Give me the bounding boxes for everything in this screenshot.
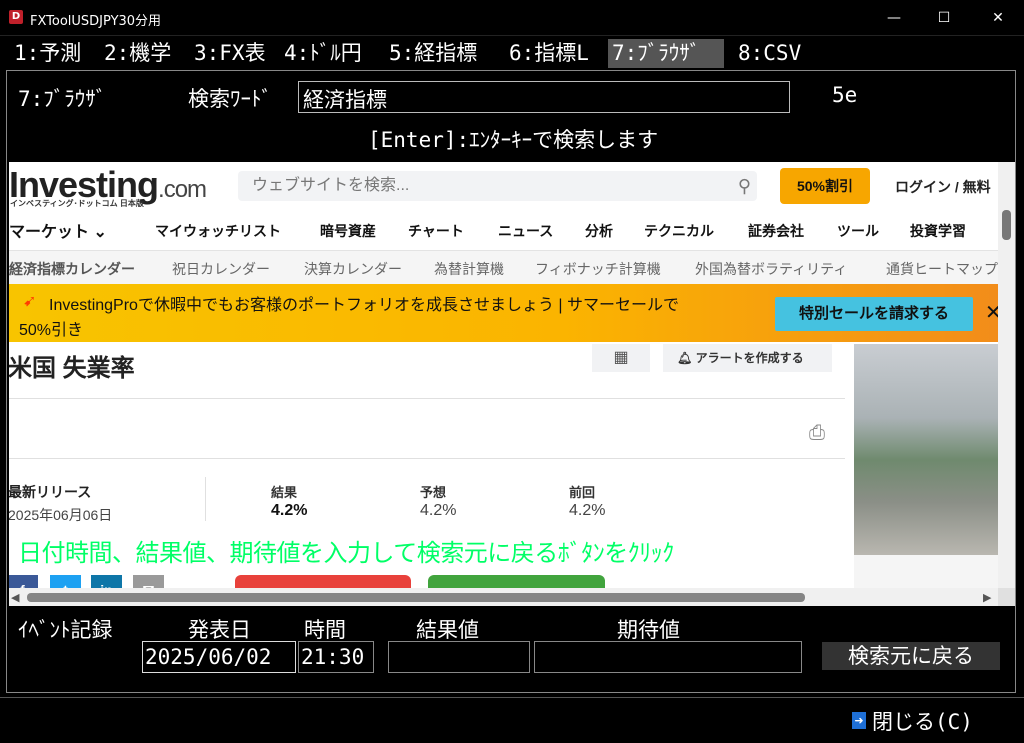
promo-button[interactable]: 50%割引 — [780, 168, 870, 204]
expected-value-label: 期待値 — [617, 618, 680, 642]
tab-bar: 1:予測 2:機学 3:FX表 4:ﾄﾞﾙ円 5:経指標 6:指標L 7:ﾌﾞﾗ… — [0, 37, 1024, 70]
scroll-left-arrow[interactable]: ◀ — [11, 591, 19, 604]
divider — [205, 477, 206, 521]
scroll-right-arrow[interactable]: ▶ — [983, 591, 991, 604]
banner-text-2: 50%引き — [19, 322, 84, 339]
minimize-button[interactable]: — — [876, 6, 912, 30]
nav-technical[interactable]: テクニカル — [644, 221, 714, 241]
subnav-fx-volatility[interactable]: 外国為替ボラティリティ — [695, 259, 847, 279]
event-record-label: ｲﾍﾞﾝﾄ記録 — [18, 618, 113, 642]
date-label: 発表日 — [188, 618, 251, 642]
vertical-scrollbar[interactable] — [998, 162, 1015, 588]
nav-news[interactable]: ニュース — [498, 221, 553, 241]
site-search-input[interactable]: ウェブサイトを検索... ⚲ — [238, 171, 757, 201]
horizontal-scroll-thumb[interactable] — [27, 593, 805, 602]
nav-brokers[interactable]: 証券会社 — [748, 221, 804, 241]
forecast-value: 4.2% — [420, 502, 457, 519]
tab-csv[interactable]: 8:CSV — [734, 39, 805, 68]
nav-learn[interactable]: 投資学習 — [910, 221, 966, 241]
subnav-economic-calendar[interactable]: 経済指標カレンダー — [9, 259, 135, 279]
exit-icon: ➜ — [852, 712, 866, 729]
tab-economic-indicators[interactable]: 5:経指標 — [385, 39, 481, 68]
result-value-label: 結果値 — [416, 618, 479, 642]
nav-crypto[interactable]: 暗号資産 — [320, 221, 376, 241]
tab-fx-table[interactable]: 3:FX表 — [190, 39, 270, 68]
banner-cta-button[interactable]: 特別セールを請求する — [775, 297, 973, 331]
subnav-fibonacci[interactable]: フィボナッチ計算機 — [535, 259, 661, 279]
footer-divider — [0, 697, 1024, 698]
subnav-fx-calculator[interactable]: 為替計算機 — [434, 259, 504, 279]
login-link[interactable]: ログイン / 無料 — [895, 177, 991, 197]
tab-indicator-list[interactable]: 6:指標L — [505, 39, 593, 68]
tab-dollar-yen[interactable]: 4:ﾄﾞﾙ円 — [280, 39, 366, 68]
subnav-earnings-calendar[interactable]: 決算カレンダー — [304, 259, 402, 279]
back-to-search-button[interactable]: 検索元に戻る — [822, 642, 1000, 670]
divider — [9, 398, 845, 399]
subnav-heatmap[interactable]: 通貨ヒートマップ — [886, 259, 998, 279]
result-value: 4.2% — [271, 502, 308, 519]
app-icon: D — [9, 10, 23, 24]
site-logo-sub: インベスティング･ドットコム 日本版 — [10, 199, 144, 208]
divider — [9, 458, 845, 459]
date-input[interactable]: 2025/06/02 — [142, 641, 296, 673]
tab-predict[interactable]: 1:予測 — [10, 39, 85, 68]
hint-text: [Enter]:ｴﾝﾀｰｷｰで検索します — [368, 128, 659, 152]
search-label: 検索ﾜｰﾄﾞ — [188, 87, 272, 111]
latest-release-label: 最新リリース — [9, 484, 92, 500]
nav-tools[interactable]: ツール — [837, 221, 879, 241]
create-alert-button[interactable]: 🔔︎ アラートを作成する — [663, 344, 832, 372]
ad-image-caption — [854, 555, 1007, 588]
rocket-icon: ➹ — [23, 293, 37, 310]
latest-release-date: 2025年06月06日 — [9, 507, 113, 523]
time-label: 時間 — [304, 618, 346, 642]
expected-input[interactable] — [534, 641, 802, 673]
close-button[interactable]: 閉じる(C) — [872, 706, 973, 736]
search-icon[interactable]: ⚲ — [738, 171, 751, 201]
scroll-corner — [998, 588, 1015, 606]
instruction-overlay: 日付時間、結果値、期待値を入力して検索元に戻るﾎﾞﾀﾝをｸﾘｯｸ — [18, 539, 674, 567]
subnav-bar — [9, 250, 1015, 284]
nav-charts[interactable]: チャート — [408, 221, 464, 241]
forecast-label: 予想 — [420, 485, 447, 500]
window-title: FXToolUSDJPY30分用 — [30, 14, 162, 29]
time-input[interactable]: 21:30 — [298, 641, 374, 673]
horizontal-scrollbar[interactable]: ◀ ▶ — [9, 588, 998, 606]
add-to-calendar-icon[interactable]: ▦ — [592, 344, 650, 372]
search-input[interactable]: 経済指標 — [298, 81, 790, 113]
subnav-holiday-calendar[interactable]: 祝日カレンダー — [172, 259, 270, 279]
print-icon[interactable]: ⎙ — [809, 422, 825, 445]
result-input[interactable] — [388, 641, 530, 673]
nav-analysis[interactable]: 分析 — [585, 221, 613, 241]
ad-image — [854, 344, 1007, 555]
tab-browser[interactable]: 7:ﾌﾞﾗｳｻﾞ — [608, 39, 724, 68]
close-window-button[interactable]: ✕ — [980, 6, 1016, 30]
result-label: 結果 — [271, 485, 298, 500]
vertical-scroll-thumb[interactable] — [1002, 210, 1011, 240]
previous-value: 4.2% — [569, 502, 606, 519]
page-title: 米国 失業率 — [9, 355, 135, 382]
tab-machine-learning[interactable]: 2:機学 — [100, 39, 175, 68]
code-label: 5e — [832, 83, 858, 107]
banner-text-1: InvestingProで休暇中でもお客様のポートフォリオを成長させましょう |… — [49, 297, 679, 314]
nav-watchlist[interactable]: マイウォッチリスト — [155, 221, 281, 241]
maximize-button[interactable]: ☐ — [926, 6, 962, 30]
nav-markets[interactable]: マーケット ⌄ — [9, 218, 107, 242]
previous-label: 前回 — [569, 485, 596, 500]
bell-icon: 🔔︎ — [677, 351, 693, 365]
section-label: 7:ﾌﾞﾗｳｻﾞ — [18, 87, 107, 111]
